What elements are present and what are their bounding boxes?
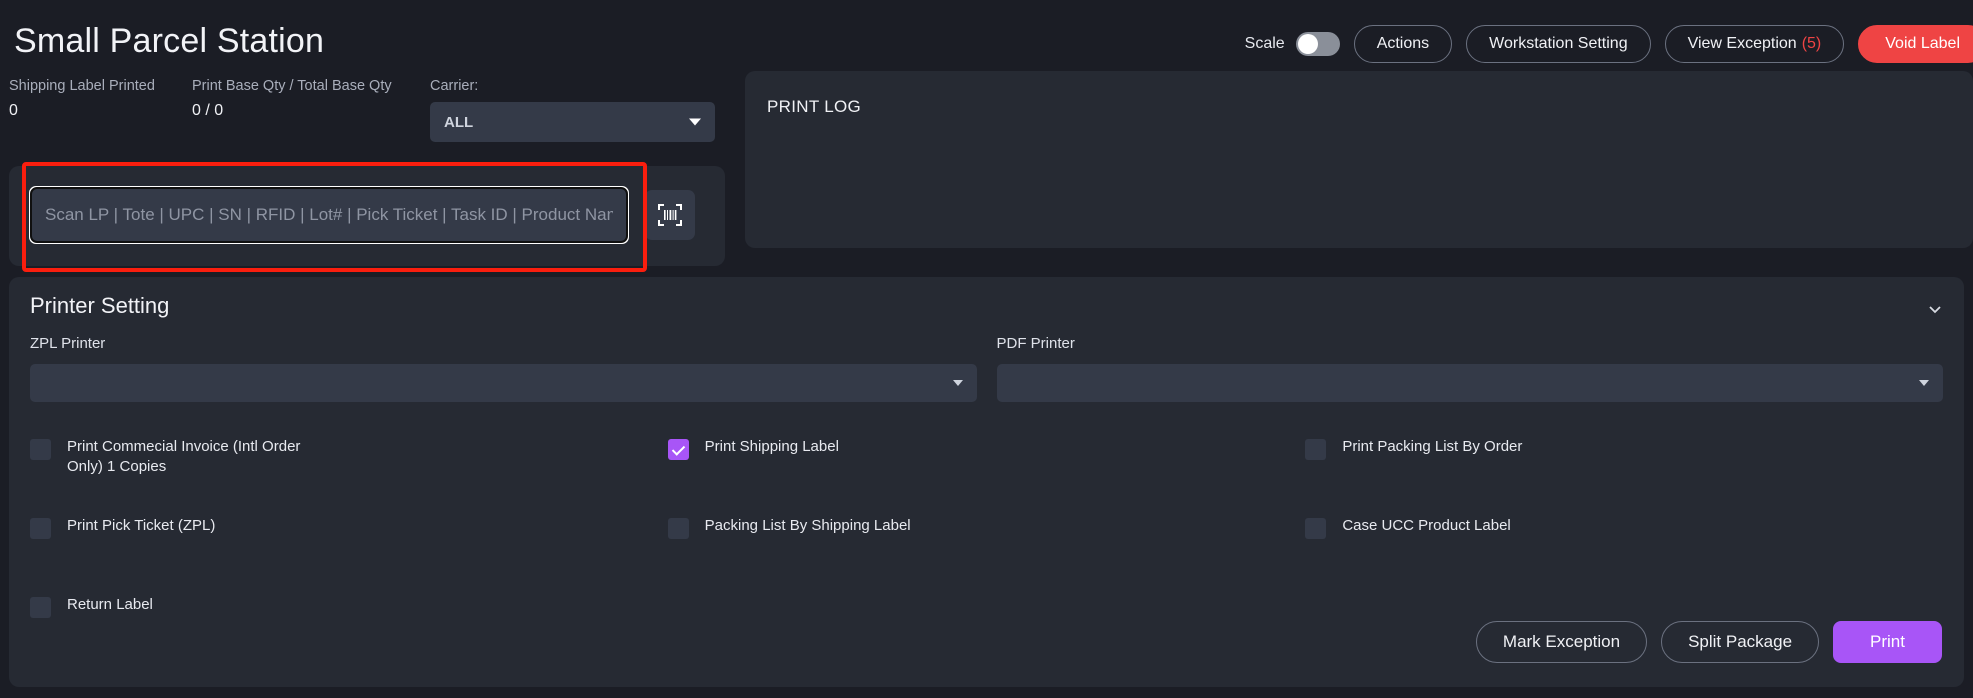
print-log-title: PRINT LOG xyxy=(767,97,862,116)
checkbox-box[interactable] xyxy=(667,439,689,460)
checkbox-return-label[interactable]: Return Label xyxy=(30,587,668,666)
checkbox-label: Print Shipping Label xyxy=(704,438,839,455)
printer-setting-header: Printer Setting xyxy=(9,277,1964,335)
pdf-printer-select[interactable] xyxy=(996,364,1943,402)
checkbox-case-ucc-product-label[interactable]: Case UCC Product Label xyxy=(1305,508,1943,587)
chevron-down-icon xyxy=(689,118,701,126)
checkbox-label: Packing List By Shipping Label xyxy=(704,517,911,534)
checkbox-packing-list-by-shipping-label[interactable]: Packing List By Shipping Label xyxy=(667,508,1306,587)
view-exception-count: (5) xyxy=(1801,35,1822,52)
zpl-printer-label: ZPL Printer xyxy=(30,335,106,352)
scan-input[interactable] xyxy=(30,187,628,243)
app-root: Small Parcel Station Scale Actions Works… xyxy=(0,0,1973,698)
footer-actions: Mark Exception Split Package Print xyxy=(1475,621,1942,663)
printer-setting-panel: Printer Setting ZPL Printer PDF Printer xyxy=(9,277,1964,687)
scale-label: Scale xyxy=(1244,35,1285,52)
print-button[interactable]: Print xyxy=(1833,621,1942,663)
carrier-select[interactable]: ALL xyxy=(430,102,715,142)
checkbox-print-shipping-label[interactable]: Print Shipping Label xyxy=(667,429,1306,508)
checkbox-print-commercial-invoice[interactable]: Print Commecial Invoice (Intl Order Only… xyxy=(30,429,668,508)
checkbox-print-packing-list-by-order[interactable]: Print Packing List By Order xyxy=(1305,429,1943,508)
printer-select-row: ZPL Printer PDF Printer xyxy=(30,335,1943,402)
metric-label: Print Base Qty / Total Base Qty xyxy=(192,78,392,94)
metric-print-base-qty: Print Base Qty / Total Base Qty 0 / 0 xyxy=(192,78,392,120)
split-package-button[interactable]: Split Package xyxy=(1661,621,1820,663)
mark-exception-button[interactable]: Mark Exception xyxy=(1475,621,1648,663)
checkbox-label: Print Commecial Invoice (Intl Order Only… xyxy=(67,438,301,475)
metric-shipping-label-printed: Shipping Label Printed 0 xyxy=(9,78,155,120)
checkbox-label: Print Pick Ticket (ZPL) xyxy=(67,517,216,534)
scan-row xyxy=(30,187,695,243)
scale-toggle-group: Scale xyxy=(1245,32,1340,56)
pdf-printer-label: PDF Printer xyxy=(996,335,1075,352)
scale-toggle[interactable] xyxy=(1295,32,1340,56)
carrier-label: Carrier: xyxy=(430,78,479,94)
actions-button[interactable]: Actions xyxy=(1353,25,1453,63)
checkbox-label: Print Packing List By Order xyxy=(1342,438,1523,455)
metric-label: Shipping Label Printed xyxy=(9,78,155,94)
checkbox-box[interactable] xyxy=(30,597,51,618)
checkbox-box[interactable] xyxy=(1305,439,1327,460)
print-log-panel: PRINT LOG xyxy=(745,71,1973,248)
chevron-down-icon xyxy=(952,380,963,386)
checkbox-label: Case UCC Product Label xyxy=(1342,517,1511,534)
metric-value: 0 xyxy=(9,102,18,119)
carrier-selected-value: ALL xyxy=(444,113,474,131)
zpl-printer-select[interactable] xyxy=(30,364,977,402)
page-title: Small Parcel Station xyxy=(14,22,325,60)
void-label-button[interactable]: Void Label xyxy=(1858,25,1973,63)
chevron-down-icon xyxy=(1919,380,1929,386)
checkbox-print-pick-ticket-zpl[interactable]: Print Pick Ticket (ZPL) xyxy=(30,508,668,587)
checkbox-box[interactable] xyxy=(30,518,51,539)
checkbox-box[interactable] xyxy=(667,518,689,539)
page-header: Small Parcel Station Scale Actions Works… xyxy=(0,0,1973,70)
carrier-filter: Carrier: ALL xyxy=(430,78,715,142)
barcode-scan-button[interactable] xyxy=(645,190,695,240)
chevron-down-icon[interactable] xyxy=(1928,302,1942,316)
scan-panel xyxy=(9,166,725,266)
printer-setting-title: Printer Setting xyxy=(30,293,170,318)
checkbox-box[interactable] xyxy=(1305,518,1327,539)
barcode-scan-icon xyxy=(658,204,682,226)
checkbox-box[interactable] xyxy=(30,439,51,460)
header-actions: Scale Actions Workstation Setting View E… xyxy=(1245,25,1973,63)
metric-value: 0 / 0 xyxy=(192,102,224,119)
scale-toggle-knob xyxy=(1297,34,1318,54)
workstation-setting-button[interactable]: Workstation Setting xyxy=(1466,25,1651,63)
zpl-printer-group: ZPL Printer xyxy=(30,335,977,402)
checkbox-label: Return Label xyxy=(67,596,153,613)
pdf-printer-group: PDF Printer xyxy=(996,335,1943,402)
view-exception-button[interactable]: View Exception (5) xyxy=(1664,25,1845,63)
view-exception-label: View Exception xyxy=(1687,35,1797,52)
